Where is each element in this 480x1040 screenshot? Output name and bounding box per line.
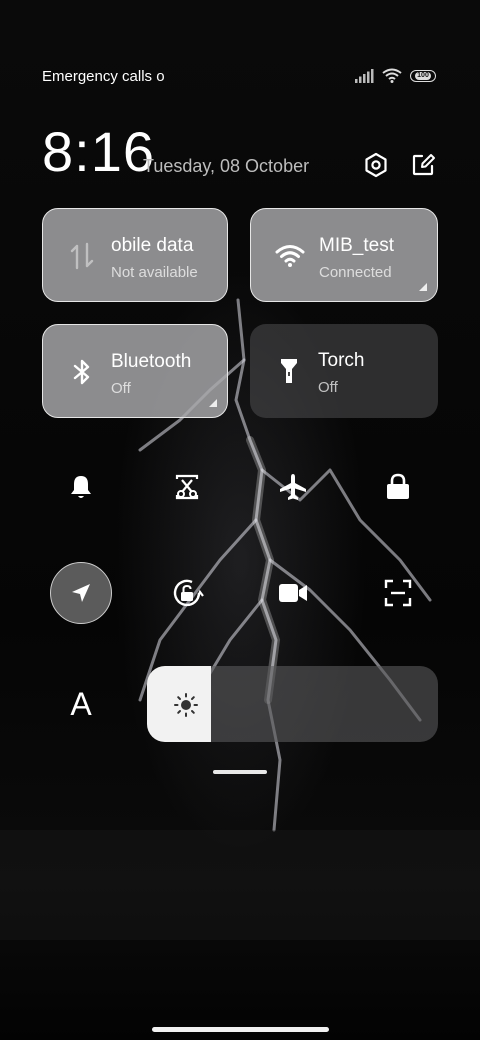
bluetooth-label: Bluetooth xyxy=(111,351,192,372)
signal-icon xyxy=(355,68,374,83)
rotation-lock-toggle[interactable] xyxy=(156,562,218,624)
settings-button[interactable] xyxy=(361,150,391,180)
mobile-data-label: obile data xyxy=(111,235,194,256)
airplane-icon xyxy=(280,474,306,500)
lock-toggle[interactable] xyxy=(367,456,429,518)
airplane-toggle[interactable] xyxy=(262,456,324,518)
scanner-toggle[interactable] xyxy=(367,562,429,624)
clock-date: Tuesday, 08 October xyxy=(143,156,310,176)
mobile-data-icon xyxy=(67,241,97,271)
battery-icon: 100 xyxy=(410,69,436,82)
bluetooth-tile[interactable]: Bluetooth Off xyxy=(42,324,228,418)
screenshot-toggle[interactable] xyxy=(156,456,218,518)
video-camera-icon xyxy=(279,584,307,602)
wifi-status-icon xyxy=(382,68,402,83)
wifi-network-name: MIB_test xyxy=(319,235,394,256)
clock-time: 8:16 xyxy=(42,120,155,183)
font-size-label: A xyxy=(70,685,92,722)
battery-level: 100 xyxy=(415,71,431,80)
gesture-navigation-bar[interactable] xyxy=(152,1027,329,1032)
brightness-sun-icon xyxy=(174,693,198,717)
bluetooth-status: Off xyxy=(111,380,131,397)
video-record-toggle[interactable] xyxy=(262,562,324,624)
screenshot-icon xyxy=(175,474,199,500)
wifi-expand-indicator xyxy=(419,283,427,291)
mobile-data-tile[interactable]: obile data Not available xyxy=(42,208,228,302)
lock-icon xyxy=(387,473,409,499)
location-icon xyxy=(72,584,90,602)
settings-icon xyxy=(365,152,387,178)
wifi-icon xyxy=(275,241,305,271)
sound-toggle[interactable] xyxy=(50,456,112,518)
rotation-lock-icon xyxy=(173,579,204,607)
torch-icon xyxy=(274,356,304,386)
torch-status: Off xyxy=(318,379,338,396)
location-toggle[interactable] xyxy=(50,562,112,624)
edit-button[interactable] xyxy=(408,150,438,180)
edit-icon xyxy=(412,154,435,176)
bell-icon xyxy=(71,476,91,498)
panel-drag-handle[interactable] xyxy=(213,770,267,774)
status-icons: 100 xyxy=(354,68,436,83)
brightness-slider[interactable] xyxy=(147,666,438,742)
bluetooth-icon xyxy=(67,357,97,387)
wifi-tile[interactable]: MIB_test Connected xyxy=(250,208,438,302)
mobile-data-status: Not available xyxy=(111,264,198,281)
scan-icon xyxy=(384,579,412,607)
bluetooth-expand-indicator xyxy=(209,399,217,407)
font-size-button[interactable]: A xyxy=(62,684,100,724)
torch-label: Torch xyxy=(318,350,365,371)
status-carrier-text: Emergency calls o xyxy=(42,68,165,85)
torch-tile[interactable]: Torch Off xyxy=(250,324,438,418)
wifi-status: Connected xyxy=(319,264,392,281)
